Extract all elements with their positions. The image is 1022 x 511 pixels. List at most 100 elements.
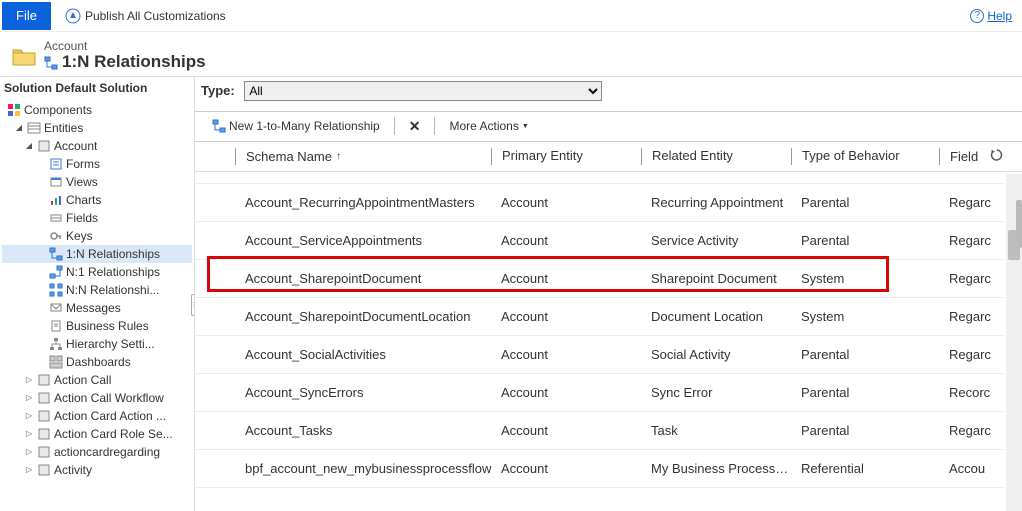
cell-behavior: Parental (791, 195, 939, 210)
grid-body: Account_RecurringAppointmentMastersAccou… (195, 174, 1004, 511)
top-toolbar: File Publish All Customizations ? Help (0, 0, 1022, 32)
publish-icon (65, 8, 81, 24)
publish-button[interactable]: Publish All Customizations (65, 8, 226, 24)
cell-primary: Account (491, 309, 641, 324)
tree-item[interactable]: Messages (2, 299, 192, 317)
tree-item[interactable]: ▷actioncardregarding (2, 443, 192, 461)
tree-item-icon (49, 229, 63, 243)
tree-item[interactable]: Dashboards (2, 353, 192, 371)
page-header: Account 1:N Relationships (0, 32, 1022, 77)
cell-schema: bpf_account_new_mybusinessprocessflow (235, 461, 491, 476)
col-behavior[interactable]: Type of Behavior (791, 148, 939, 165)
file-label: File (16, 8, 37, 23)
entity-icon (37, 139, 51, 153)
tree-item[interactable]: ▷ Action Card Action ... (2, 407, 192, 425)
components-icon (7, 103, 21, 117)
cell-field: Regarc (939, 309, 1004, 324)
table-row[interactable]: Account_TasksAccountTaskParentalRegarc (195, 412, 1004, 450)
table-row[interactable]: Account_ServiceAppointmentsAccountServic… (195, 222, 1004, 260)
tree-item-label: Hierarchy Setti... (66, 337, 155, 351)
cell-related: Document Location (641, 309, 791, 324)
tree-components[interactable]: Components (2, 101, 192, 119)
tree-item[interactable]: N:1 Relationships (2, 263, 192, 281)
tree-item-label: N:1 Relationships (66, 265, 160, 279)
table-row[interactable]: Account_SharepointDocumentLocationAccoun… (195, 298, 1004, 336)
sort-asc-icon: ↑ (336, 151, 341, 162)
refresh-icon[interactable] (990, 148, 1004, 165)
expand-icon[interactable]: ◢ (24, 141, 34, 151)
cell-related: My Business Process F... (641, 461, 791, 476)
table-row[interactable]: Account_SyncErrorsAccountSync ErrorParen… (195, 374, 1004, 412)
tree-item-label: 1:N Relationships (66, 247, 160, 261)
tree-item[interactable]: 1:N Relationships (2, 245, 192, 263)
help-link[interactable]: ? Help (970, 9, 1012, 23)
tree-item[interactable]: ▷ Action Call Workflow (2, 389, 192, 407)
tree-item-label: Action Call Workflow (54, 391, 164, 405)
tree-item[interactable]: Fields (2, 209, 192, 227)
table-row[interactable]: Account_SharepointDocumentAccountSharepo… (195, 260, 1004, 298)
file-menu[interactable]: File (2, 2, 51, 30)
solution-sidebar: Solution Default Solution Components ◢ E… (0, 77, 195, 511)
type-select[interactable]: All (244, 81, 602, 101)
help-icon: ? (970, 9, 984, 23)
cell-related: Service Activity (641, 233, 791, 248)
cell-schema: Account_SharepointDocumentLocation (235, 309, 491, 324)
cell-field: Regarc (939, 423, 1004, 438)
expand-icon[interactable]: ▷ (24, 393, 34, 403)
table-row[interactable]: Account_RecurringAppointmentMastersAccou… (195, 184, 1004, 222)
tree-item[interactable]: Views (2, 173, 192, 191)
relationship-icon (44, 56, 58, 70)
table-row[interactable] (195, 174, 1004, 184)
expand-icon[interactable]: ◢ (14, 123, 24, 133)
cell-primary: Account (491, 195, 641, 210)
tree-entities[interactable]: ◢ Entities (2, 119, 192, 137)
tree-item-icon (49, 355, 63, 369)
tree-item[interactable]: ▷ Action Call (2, 371, 192, 389)
cell-behavior: System (791, 271, 939, 286)
col-field[interactable]: Field (939, 148, 1022, 165)
expand-icon[interactable]: ▷ (24, 465, 34, 475)
entity-icon (37, 427, 51, 441)
expand-icon[interactable]: ▷ (24, 375, 34, 385)
chevron-down-icon: ▼ (522, 123, 529, 130)
cell-behavior: Parental (791, 233, 939, 248)
tree-item-icon (49, 283, 63, 297)
page-scrollbar-thumb[interactable] (1016, 200, 1022, 248)
new-relationship-label: New 1-to-Many Relationship (229, 119, 380, 133)
expand-icon[interactable]: ▷ (24, 411, 34, 421)
tree-item[interactable]: Forms (2, 155, 192, 173)
cell-primary: Account (491, 461, 641, 476)
tree-account[interactable]: ◢ Account (2, 137, 192, 155)
cell-schema: Account_Tasks (235, 423, 491, 438)
tree-item-label: Action Card Action ... (54, 409, 166, 423)
tree-item-label: N:N Relationshi... (66, 283, 159, 297)
tree-item[interactable]: Charts (2, 191, 192, 209)
table-row[interactable]: Account_SocialActivitiesAccountSocial Ac… (195, 336, 1004, 374)
tree-item[interactable]: N:N Relationshi... (2, 281, 192, 299)
col-schema[interactable]: Schema Name↑ (235, 148, 491, 165)
cell-behavior: Parental (791, 385, 939, 400)
tree-item[interactable]: ▷Activity (2, 461, 192, 479)
cell-related: Sync Error (641, 385, 791, 400)
expand-icon[interactable]: ▷ (24, 429, 34, 439)
tree-item[interactable]: ▷Action Card Role Se... (2, 425, 192, 443)
entity-icon (37, 463, 51, 477)
type-label: Type: (201, 83, 235, 98)
delete-button[interactable]: ✕ (403, 116, 427, 137)
col-related[interactable]: Related Entity (641, 148, 791, 165)
cell-primary: Account (491, 233, 641, 248)
expand-icon[interactable]: ▷ (24, 447, 34, 457)
table-row[interactable]: bpf_account_new_mybusinessprocessflowAcc… (195, 450, 1004, 488)
cell-field: Regarc (939, 233, 1004, 248)
col-primary[interactable]: Primary Entity (491, 148, 641, 165)
tree-item-label: Charts (66, 193, 101, 207)
cell-primary: Account (491, 271, 641, 286)
new-relationship-button[interactable]: New 1-to-Many Relationship (203, 117, 386, 135)
tree-item-label: Action Call (54, 373, 111, 387)
tree-item[interactable]: Business Rules (2, 317, 192, 335)
cell-schema: Account_ServiceAppointments (235, 233, 491, 248)
more-actions-menu[interactable]: More Actions▼ (443, 117, 534, 135)
tree-item[interactable]: Hierarchy Setti... (2, 335, 192, 353)
tree-item[interactable]: Keys (2, 227, 192, 245)
cell-behavior: System (791, 309, 939, 324)
